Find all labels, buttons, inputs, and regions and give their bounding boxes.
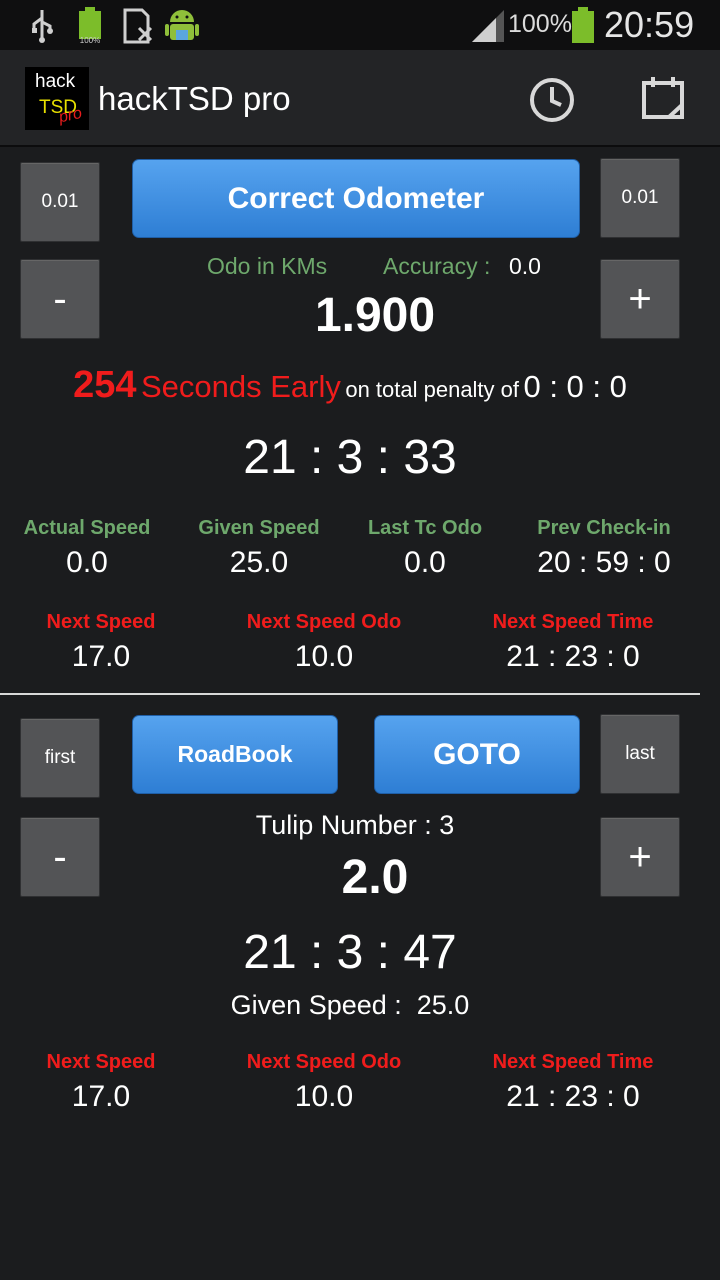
accuracy-label: Accuracy :	[383, 253, 491, 279]
time-status-line: 254 Seconds Early on total penalty of 0 …	[0, 364, 700, 407]
next-speed-time-label-bottom: Next Speed Time	[492, 1051, 654, 1073]
next-speed-odo-label: Next Speed Odo	[246, 611, 402, 633]
last-label: last	[625, 743, 655, 764]
last-tc-odo-value: 0.0	[404, 546, 446, 579]
section-divider	[0, 693, 700, 695]
penalty-value: 0 : 0 : 0	[523, 369, 627, 404]
tulip-plus-label: +	[628, 834, 652, 879]
odo-step-left-button[interactable]: 0.01	[20, 162, 100, 242]
usb-icon	[32, 10, 53, 43]
tulip-plus-button[interactable]: +	[600, 817, 680, 897]
logo-text-pro: pro	[57, 104, 84, 127]
android-icon	[165, 10, 199, 40]
action-bar: hack TSD pro hackTSD pro	[0, 50, 720, 147]
goto-label: GOTO	[433, 737, 521, 771]
first-button[interactable]: first	[20, 718, 100, 798]
clock-time: 20:59	[604, 4, 695, 45]
odo-value: 1.900	[314, 289, 436, 342]
status-bar: 100% 100% 20:59	[0, 0, 720, 50]
battery-icon	[572, 7, 594, 43]
odo-step-right-button[interactable]: 0.01	[600, 158, 680, 238]
correct-odometer-button[interactable]: Correct Odometer	[132, 159, 580, 238]
tulip-distance: 2.0	[341, 851, 409, 904]
next-speed-odo-value-bottom: 10.0	[294, 1080, 354, 1113]
next-speed-odo-label-bottom: Next Speed Odo	[246, 1051, 402, 1073]
next-speed-time-label: Next Speed Time	[492, 611, 654, 633]
odo-plus-label: +	[628, 276, 652, 321]
logo-text-hack: hack	[35, 71, 76, 92]
accuracy-value: 0.0	[509, 253, 541, 279]
odo-minus-button[interactable]: -	[20, 259, 100, 339]
next-speed-value-bottom: 17.0	[71, 1080, 131, 1113]
prev-checkin-value: 20 : 59 : 0	[537, 546, 671, 579]
tulip-minus-label: -	[53, 834, 67, 879]
battery-percent: 100%	[508, 10, 572, 38]
last-tc-odo-label: Last Tc Odo	[367, 517, 483, 539]
odo-step-left-label: 0.01	[41, 191, 79, 212]
tulip-number: Tulip Number : 3	[255, 810, 455, 840]
roadbook-button[interactable]: RoadBook	[132, 715, 338, 794]
tulip-given-speed: Given Speed : 25.0	[230, 990, 470, 1020]
battery-full-icon: 100%	[79, 7, 101, 44]
signal-icon	[472, 10, 504, 42]
next-speed-value: 17.0	[71, 640, 131, 673]
odo-unit-label: Odo in KMs	[207, 253, 328, 279]
calendar-icon[interactable]	[641, 75, 685, 121]
odo-step-right-label: 0.01	[621, 187, 659, 208]
odo-plus-button[interactable]: +	[600, 259, 680, 339]
tulip-time: 21 : 3 : 47	[243, 926, 457, 979]
actual-speed-label: Actual Speed	[23, 517, 151, 539]
next-speed-label: Next Speed	[46, 611, 156, 633]
odo-minus-label: -	[53, 276, 67, 321]
next-speed-time-value-bottom: 21 : 23 : 0	[506, 1080, 640, 1113]
roadbook-label: RoadBook	[177, 741, 293, 767]
correct-odometer-label: Correct Odometer	[227, 181, 485, 215]
actual-speed-value: 0.0	[66, 546, 108, 579]
next-speed-odo-value: 10.0	[294, 640, 354, 673]
tulip-minus-button[interactable]: -	[20, 817, 100, 897]
app-title: hackTSD pro	[98, 80, 291, 117]
svg-text:100%: 100%	[80, 36, 100, 44]
next-speed-time-value: 21 : 23 : 0	[506, 640, 640, 673]
next-speed-label-bottom: Next Speed	[46, 1051, 156, 1073]
last-button[interactable]: last	[600, 714, 680, 794]
prev-checkin-label: Prev Check-in	[537, 517, 671, 539]
sim-missing-icon	[123, 8, 153, 44]
clock-icon[interactable]	[529, 77, 575, 123]
given-speed-value: 25.0	[229, 546, 289, 579]
current-time: 21 : 3 : 33	[243, 431, 457, 484]
penalty-text: on total penalty of	[345, 377, 520, 402]
seconds-value: 254	[73, 364, 137, 406]
seconds-text: Seconds Early	[140, 369, 341, 404]
app-logo: hack TSD pro	[25, 67, 89, 130]
goto-button[interactable]: GOTO	[374, 715, 580, 794]
first-label: first	[44, 747, 76, 768]
given-speed-label: Given Speed	[198, 517, 320, 539]
